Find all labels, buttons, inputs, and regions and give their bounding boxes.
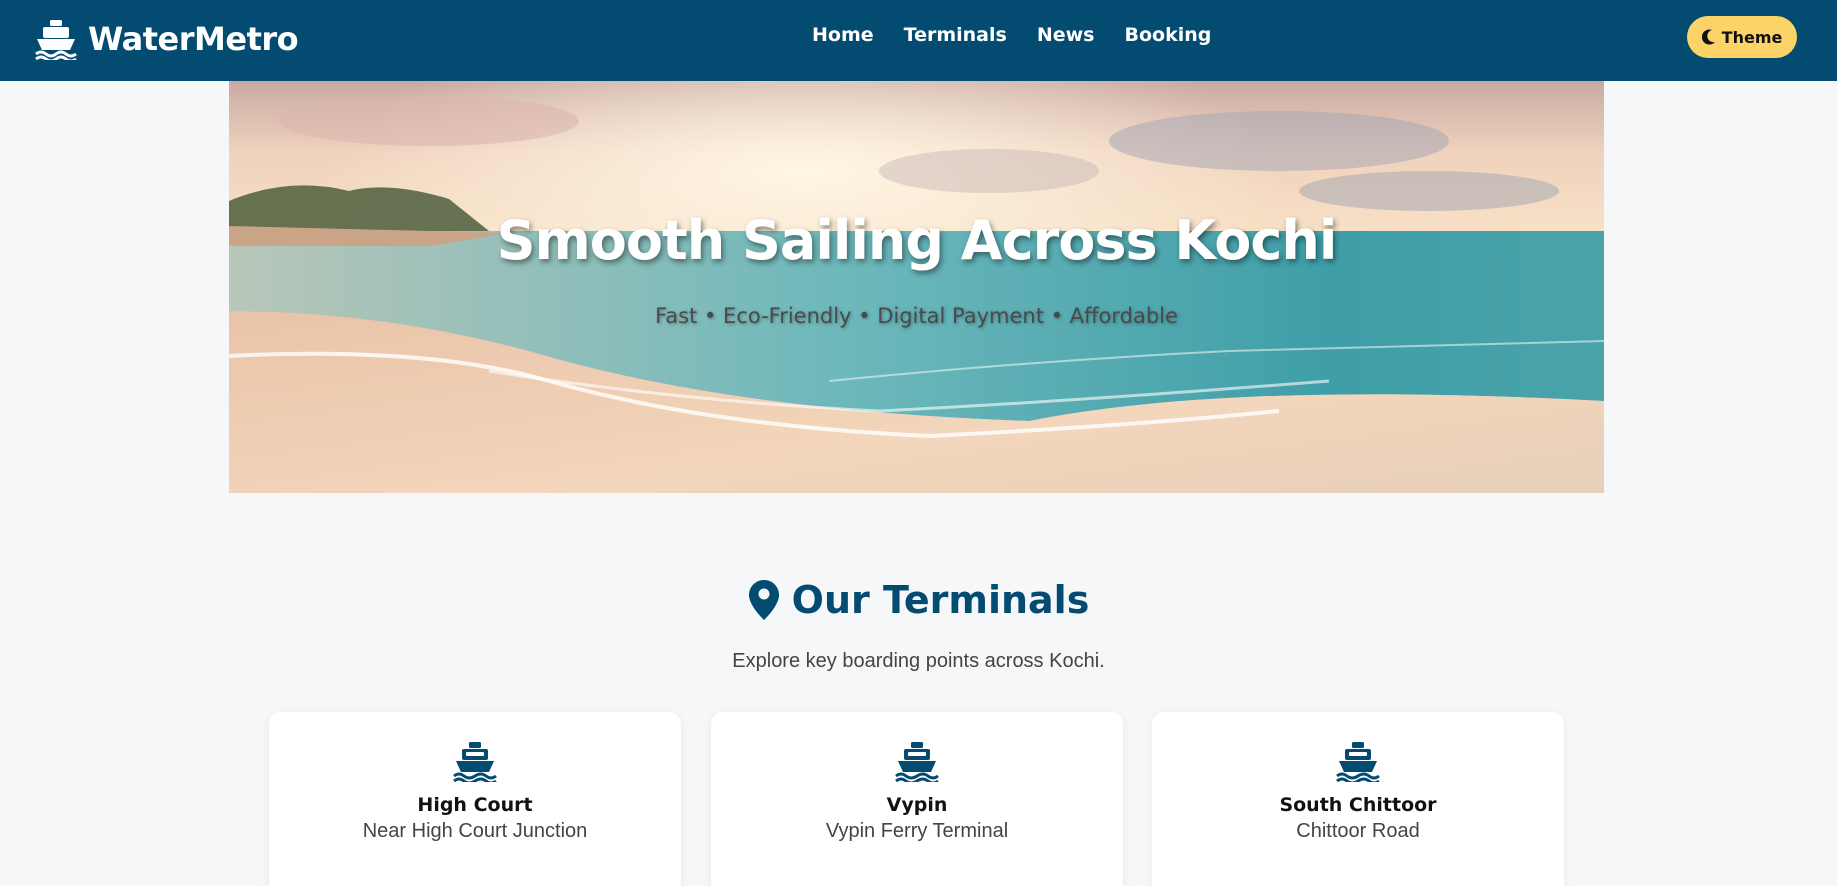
ship-icon: [1336, 742, 1380, 782]
terminal-location: Chittoor Road: [1296, 820, 1420, 842]
theme-toggle-button[interactable]: Theme: [1687, 16, 1797, 58]
nav-links: Home Terminals News Booking: [812, 24, 1211, 46]
ship-icon: [35, 20, 77, 60]
terminals-heading: Our Terminals: [0, 578, 1837, 622]
terminal-name: High Court: [417, 794, 533, 816]
terminal-name: South Chittoor: [1279, 794, 1437, 816]
navbar: WaterMetro Home Terminals News Booking T…: [0, 0, 1837, 81]
terminal-cards: High Court Near High Court Junction Vypi…: [0, 712, 1837, 886]
hero-subtitle: Fast • Eco-Friendly • Digital Payment • …: [655, 304, 1178, 328]
terminal-location: Vypin Ferry Terminal: [825, 820, 1009, 842]
terminal-location: Near High Court Junction: [362, 820, 588, 842]
hero-title: Smooth Sailing Across Kochi: [496, 209, 1338, 272]
terminal-card-high-court[interactable]: High Court Near High Court Junction: [269, 712, 681, 886]
map-pin-icon: [748, 580, 779, 620]
hero-beach-image: [229, 81, 1604, 493]
terminals-title: Our Terminals: [791, 578, 1090, 622]
nav-link-terminals[interactable]: Terminals: [904, 24, 1007, 46]
terminal-name: Vypin: [886, 794, 948, 816]
nav-link-home[interactable]: Home: [812, 24, 874, 46]
terminals-subtitle: Explore key boarding points across Kochi…: [732, 650, 1105, 672]
theme-button-label: Theme: [1721, 27, 1783, 47]
moon-icon: [1701, 29, 1715, 45]
brand-logo-link[interactable]: WaterMetro: [34, 18, 299, 60]
terminal-card-vypin[interactable]: Vypin Vypin Ferry Terminal: [711, 712, 1123, 886]
nav-link-booking[interactable]: Booking: [1124, 24, 1211, 46]
brand-name: WaterMetro: [88, 20, 299, 58]
ship-icon: [453, 742, 497, 782]
nav-link-news[interactable]: News: [1037, 24, 1095, 46]
terminal-card-south-chittoor[interactable]: South Chittoor Chittoor Road: [1152, 712, 1564, 886]
ship-icon: [895, 742, 939, 782]
hero-banner: Smooth Sailing Across Kochi Fast • Eco-F…: [229, 81, 1604, 493]
